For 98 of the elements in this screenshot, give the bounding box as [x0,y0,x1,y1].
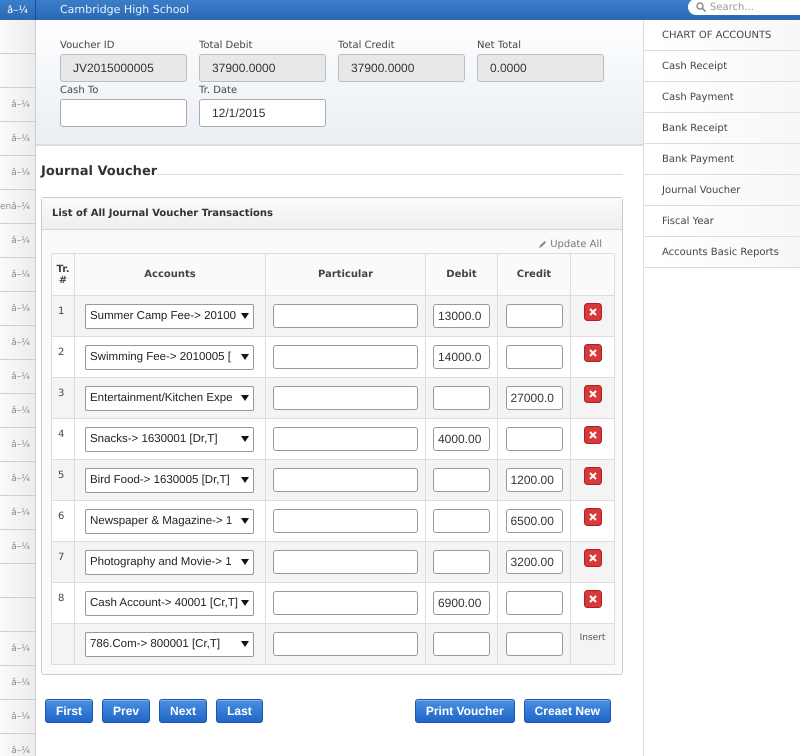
credit-field[interactable] [506,591,562,615]
field-label: Total Debit [199,40,254,52]
credit-field[interactable] [506,632,562,656]
particular-field[interactable] [273,427,418,451]
row-number: 7 [52,542,74,582]
menu-item[interactable]: Accounts Basic Reports [644,237,800,268]
menu-item[interactable]: Cash Receipt [644,51,800,82]
account-dropdown[interactable]: Summer Camp Fee-> 20100 [85,304,254,328]
column-header: Debit [426,254,498,296]
row-number: 2 [52,336,74,378]
pencil-icon [538,240,548,249]
credit-field[interactable] [506,345,562,369]
rail-item[interactable] [0,564,35,598]
school-title: Cambridge High School [60,2,190,18]
delete-icon[interactable] [584,590,602,608]
search-icon [696,2,706,12]
row-number: 5 [52,460,74,500]
credit-field[interactable]: 3200.00 [506,550,562,574]
debit-field[interactable] [433,509,490,533]
caret-icon [241,559,249,565]
particular-field[interactable] [273,345,418,369]
delete-icon[interactable] [584,508,602,526]
credit-field[interactable]: 27000.0 [506,386,562,410]
delete-icon[interactable] [584,303,602,321]
field-label: Cash To [60,85,100,97]
caret-icon [241,477,249,483]
particular-field[interactable] [273,386,418,410]
row-number: 1 [52,296,74,336]
section-title: Journal Voucher [41,164,158,179]
debit-field[interactable] [433,468,490,492]
account-dropdown[interactable]: Photography and Movie-> 1 [85,550,254,574]
delete-icon[interactable] [584,385,602,403]
pager-button[interactable]: First [45,699,94,723]
rail-item[interactable] [0,54,35,88]
row-number: 8 [52,582,74,624]
action-button[interactable]: Print Voucher [414,699,515,723]
account-dropdown[interactable]: Snacks-> 1630001 [Dr,T] [85,426,254,452]
debit-field[interactable]: 6900.00 [433,591,490,615]
debit-field[interactable]: 14000.0 [433,345,490,369]
caret-icon [241,600,249,606]
particular-field[interactable] [273,304,418,328]
row-number: 3 [52,378,74,418]
rail-item[interactable] [0,598,35,632]
rail-item[interactable] [0,20,35,54]
particular-field[interactable] [273,632,418,656]
account-dropdown[interactable]: Bird Food-> 1630005 [Dr,T] [85,468,254,492]
column-header: Credit [498,254,570,296]
row-number: 4 [52,418,74,460]
field-label: Total Credit [338,40,396,52]
account-dropdown[interactable]: Newspaper & Magazine-> 1 [85,508,254,534]
credit-field[interactable]: 6500.00 [506,509,562,533]
particular-field[interactable] [273,509,418,533]
particular-field[interactable] [273,591,418,615]
credit-field[interactable] [506,304,562,328]
caret-icon [241,436,249,442]
account-dropdown[interactable]: 786.Com-> 800001 [Cr,T] [85,632,254,656]
delete-icon[interactable] [584,467,602,485]
menu-item[interactable]: Fiscal Year [644,206,800,237]
debit-field[interactable] [433,632,490,656]
credit-field[interactable]: 1200.00 [506,468,562,492]
pager-button[interactable]: Last [216,699,263,723]
menu-item[interactable]: Journal Voucher [644,175,800,206]
credit-field[interactable] [506,427,562,451]
debit-field[interactable]: 13000.0 [433,304,490,328]
field-label: Voucher ID [60,40,116,52]
caret-icon [241,354,249,360]
pager-button[interactable]: Next [159,699,208,723]
menu-item[interactable]: CHART OF ACCOUNTS [644,20,800,51]
column-header: Particular [266,254,426,296]
account-dropdown[interactable]: Swimming Fee-> 2010005 [ [85,344,254,370]
caret-icon [241,641,249,647]
caret-icon [241,395,249,401]
particular-field[interactable] [273,550,418,574]
account-dropdown[interactable]: Cash Account-> 40001 [Cr,T] [85,590,254,616]
update-all-link[interactable]: Update All [538,236,602,253]
menu-item[interactable]: Cash Payment [644,82,800,113]
menu-item[interactable]: Bank Payment [644,144,800,175]
menu-item[interactable]: Bank Receipt [644,113,800,144]
column-header: Tr. # [52,254,74,296]
debit-field[interactable]: 4000.00 [433,427,490,451]
pager-button[interactable]: Prev [102,699,150,723]
particular-field[interactable] [273,468,418,492]
debit-field[interactable] [433,386,490,410]
field-label: Net Total [477,40,522,52]
delete-icon[interactable] [584,549,602,567]
row-number: 6 [52,500,74,542]
delete-icon[interactable] [584,426,602,444]
caret-icon [241,313,249,319]
delete-icon[interactable] [584,344,602,362]
field-label: Tr. Date [199,85,238,97]
debit-field[interactable] [433,550,490,574]
input-field[interactable]: 12/1/2015 [199,99,326,127]
caret-icon [241,518,249,524]
panel-title: List of All Journal Voucher Transactions [52,208,273,219]
action-button[interactable]: Creaet New [524,699,611,723]
account-dropdown[interactable]: Entertainment/Kitchen Expe [85,386,254,410]
column-header: Accounts [74,254,266,296]
input-field[interactable] [60,99,187,127]
